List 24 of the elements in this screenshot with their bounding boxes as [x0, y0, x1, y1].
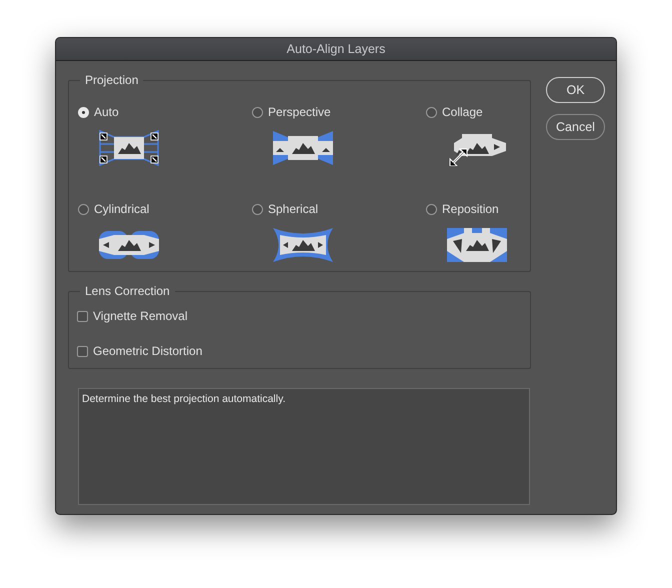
option-label[interactable]: Auto	[94, 105, 119, 119]
option-label[interactable]: Reposition	[442, 202, 499, 216]
checkbox[interactable]	[77, 310, 88, 322]
checkbox[interactable]	[77, 346, 88, 356]
option-label[interactable]: Perspective	[268, 105, 331, 119]
option-label[interactable]: Collage	[442, 105, 483, 119]
checkbox-label[interactable]: Geometric Distortion	[93, 344, 202, 358]
group-label: Projection	[80, 73, 144, 88]
projection-icon	[272, 227, 334, 263]
checkbox-label[interactable]: Vignette Removal	[93, 309, 188, 323]
radio-button[interactable]	[426, 106, 437, 118]
ok-button[interactable]: OK	[546, 77, 605, 103]
option-label[interactable]: Spherical	[268, 202, 318, 216]
description-text: Determine the best projection automatically.	[82, 393, 286, 405]
radio-button[interactable]	[78, 204, 89, 214]
projection-icon	[446, 227, 508, 263]
radio-button[interactable]	[426, 204, 437, 214]
projection-icon	[272, 130, 334, 166]
cancel-button[interactable]: Cancel	[546, 114, 605, 140]
projection-icon	[98, 130, 160, 166]
radio-button[interactable]	[252, 204, 263, 214]
option-label[interactable]: Cylindrical	[94, 202, 150, 216]
window-title: Auto-Align Layers	[286, 42, 386, 56]
radio-button[interactable]	[252, 106, 263, 118]
